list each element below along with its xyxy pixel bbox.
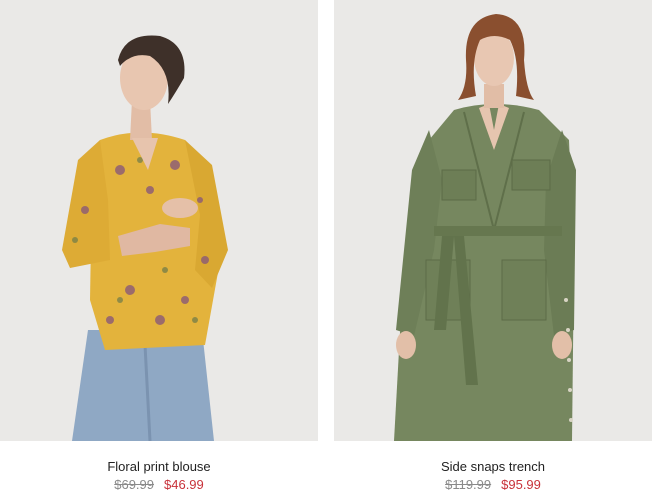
- product-grid: Floral print blouse $69.99 $46.99 Side s…: [0, 0, 652, 498]
- original-price: $119.99: [445, 477, 492, 492]
- product-card[interactable]: Side snaps trench $119.99 $95.99: [334, 0, 652, 498]
- sale-price: $95.99: [501, 477, 541, 492]
- product-image[interactable]: [0, 0, 318, 441]
- product-image[interactable]: [334, 0, 652, 441]
- original-price: $69.99: [114, 477, 154, 492]
- price-row: $119.99 $95.99: [334, 477, 652, 492]
- price-row: $69.99 $46.99: [0, 477, 318, 492]
- product-card[interactable]: Floral print blouse $69.99 $46.99: [0, 0, 318, 498]
- sale-price: $46.99: [164, 477, 204, 492]
- product-name[interactable]: Floral print blouse: [0, 459, 318, 474]
- product-name[interactable]: Side snaps trench: [334, 459, 652, 474]
